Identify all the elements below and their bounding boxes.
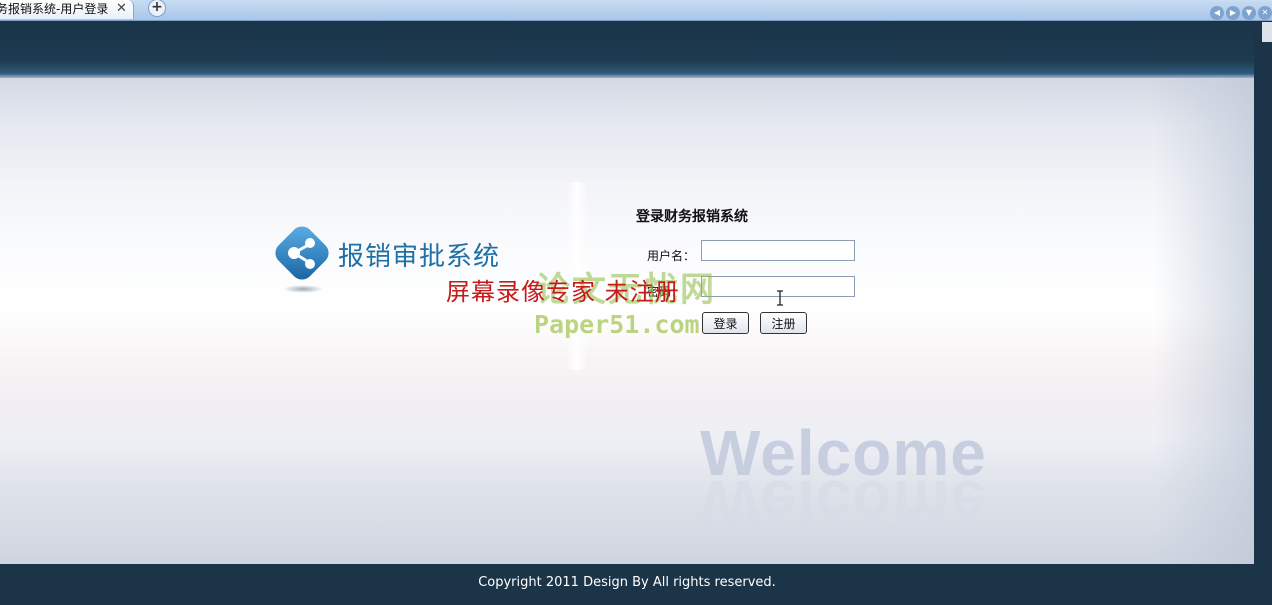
- login-button[interactable]: 登录: [702, 312, 749, 334]
- browser-tab[interactable]: 务报销系统-用户登录 ✕: [0, 0, 134, 19]
- tab-list-icon[interactable]: ▼: [1242, 6, 1256, 20]
- close-tab-icon[interactable]: ✕: [116, 0, 127, 18]
- scrollbar[interactable]: [1262, 22, 1272, 42]
- system-name: 报销审批系统: [338, 242, 501, 272]
- browser-tab-strip: 务报销系统-用户登录 ✕ + ◀ ▶ ▼ ✕: [0, 0, 1272, 21]
- username-input[interactable]: [701, 240, 855, 261]
- register-button[interactable]: 注册: [760, 312, 807, 334]
- login-title: 登录财务报销系统: [636, 209, 748, 225]
- new-tab-icon[interactable]: +: [148, 0, 166, 17]
- tab-scroll-controls: ◀ ▶ ▼ ✕: [1208, 0, 1272, 20]
- close-window-icon[interactable]: ✕: [1258, 6, 1272, 20]
- site-watermark-url: Paper51.com: [534, 310, 700, 339]
- text-cursor-icon: [777, 290, 783, 306]
- page-header-bar: [0, 21, 1254, 78]
- scroll-left-icon[interactable]: ◀: [1210, 6, 1224, 20]
- page-right-edge: [1254, 21, 1272, 605]
- scroll-right-icon[interactable]: ▶: [1226, 6, 1240, 20]
- share-network-icon: [275, 226, 329, 293]
- welcome-reflection: Welcome: [700, 467, 987, 539]
- copyright-text: Copyright 2011 Design By All rights rese…: [478, 575, 776, 590]
- recorder-watermark: 屏幕录像专家 未注册: [446, 278, 680, 306]
- tab-title: 务报销系统-用户登录: [0, 2, 109, 16]
- page-footer: Copyright 2011 Design By All rights rese…: [0, 564, 1254, 605]
